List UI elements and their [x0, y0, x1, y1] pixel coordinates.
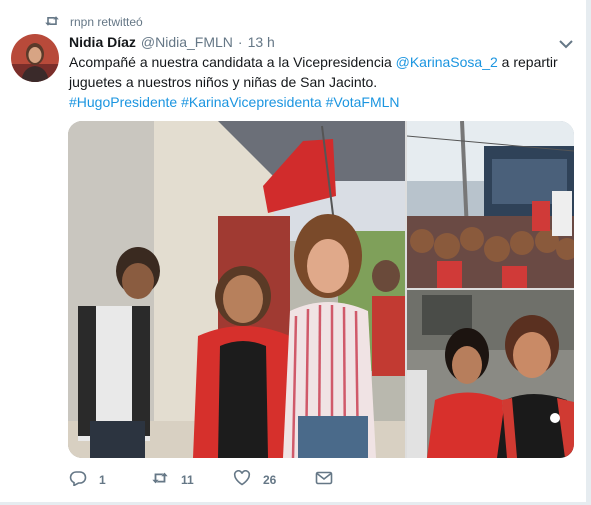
- photo-bottom-right[interactable]: [407, 290, 574, 458]
- tweet-header: Nidia Díaz @Nidia_FMLN · 13 h: [69, 34, 275, 52]
- reply-icon: [69, 470, 87, 491]
- mail-icon: [315, 470, 333, 491]
- tweet-text: Acompañé a nuestra candidata a la Vicepr…: [69, 52, 569, 112]
- heart-icon: [233, 469, 251, 491]
- retweet-icon: [151, 470, 169, 491]
- time-separator: ·: [237, 34, 243, 50]
- tweet-text-part: Acompañé a nuestra candidata a la Vicepr…: [69, 54, 396, 70]
- mention-link[interactable]: @KarinaSosa_2: [396, 54, 498, 70]
- author-handle[interactable]: @Nidia_FMLN: [141, 34, 233, 50]
- reply-button[interactable]: 1: [69, 470, 151, 491]
- hashtag-link[interactable]: #HugoPresidente: [69, 94, 177, 110]
- direct-message-button[interactable]: [315, 470, 333, 491]
- hashtag-link[interactable]: #KarinaVicepresidenta: [181, 94, 322, 110]
- reply-count: 1: [99, 473, 106, 487]
- tweet-actions: 1 11 26: [69, 469, 333, 491]
- retweet-count: 11: [181, 473, 194, 487]
- media-grid: [68, 121, 574, 458]
- author-name[interactable]: Nidia Díaz: [69, 34, 136, 50]
- photo-main[interactable]: [68, 121, 405, 458]
- hashtag-link[interactable]: #VotaFMLN: [326, 94, 400, 110]
- tweet-timestamp[interactable]: 13 h: [248, 34, 275, 50]
- like-count: 26: [263, 473, 277, 487]
- retweet-context-text[interactable]: rnpn retwitteó: [70, 15, 143, 29]
- retweet-button[interactable]: 11: [151, 470, 233, 491]
- retweet-icon: [44, 14, 60, 31]
- chevron-down-icon[interactable]: [558, 37, 574, 49]
- retweet-context: rnpn retwitteó: [44, 13, 143, 31]
- photo-top-right[interactable]: [407, 121, 574, 288]
- avatar[interactable]: [11, 34, 59, 82]
- tweet-card[interactable]: rnpn retwitteó Nidia Díaz @Nidia_FMLN · …: [0, 0, 587, 503]
- like-button[interactable]: 26: [233, 469, 315, 491]
